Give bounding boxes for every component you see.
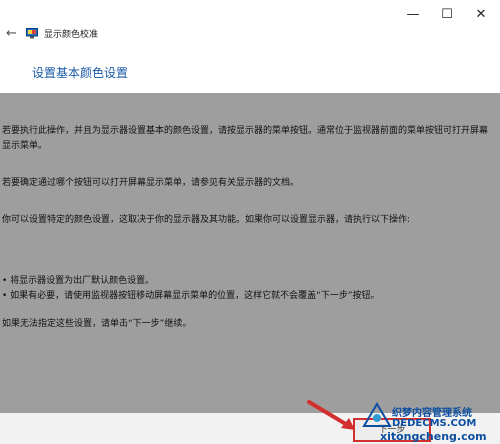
minimize-button[interactable]: — [396,0,430,28]
color-calibration-window: — ☐ ✕ ← 显示颜色校准 设置基本颜色设置 若要执行此操作，并且为显示器设置… [0,0,500,444]
watermark-logo-icon [362,402,392,427]
close-button[interactable]: ✕ [464,0,498,28]
bullet-item-2: • 如果有必要，请使用监视器按钮移动屏幕显示菜单的位置，这样它就不会覆盖“下一步… [2,291,380,301]
window-title: 显示颜色校准 [44,30,99,40]
monitor-icon [26,28,38,39]
minimize-icon: — [406,6,420,22]
page-title: 设置基本颜色设置 [32,66,129,80]
maximize-button[interactable]: ☐ [430,0,464,28]
instruction-paragraph-1: 若要执行此操作，并且为显示器设置基本的颜色设置，请按显示器的菜单按钮。通常位于监… [2,126,489,151]
watermark-text-1: 织梦内容管理系统 [392,408,472,419]
bullet-text: 将显示器设置为出厂默认颜色设置。 [10,276,155,286]
instruction-paragraph-4: 如果无法指定这些设置，请单击“下一步”继续。 [2,319,192,329]
instruction-paragraph-2: 若要确定通过哪个按钮可以打开屏幕显示菜单，请参见有关显示器的文档。 [2,178,300,188]
maximize-icon: ☐ [441,6,453,22]
back-button[interactable]: ← [6,26,20,41]
watermark-text-3: xitongcheng.com [380,430,487,443]
bullet-item-1: • 将显示器设置为出厂默认颜色设置。 [2,276,155,286]
instruction-paragraph-3: 你可以设置特定的颜色设置，这取决于你的显示器及其功能。如果你可以设置显示器，请执… [2,215,411,225]
back-arrow-icon: ← [6,26,17,41]
close-icon: ✕ [475,6,487,22]
bullet-text: 如果有必要，请使用监视器按钮移动屏幕显示菜单的位置，这样它就不会覆盖“下一步”按… [10,291,380,301]
title-bar: — ☐ ✕ [0,0,500,30]
watermark-text-2: DEDECMS.COM [392,418,477,429]
